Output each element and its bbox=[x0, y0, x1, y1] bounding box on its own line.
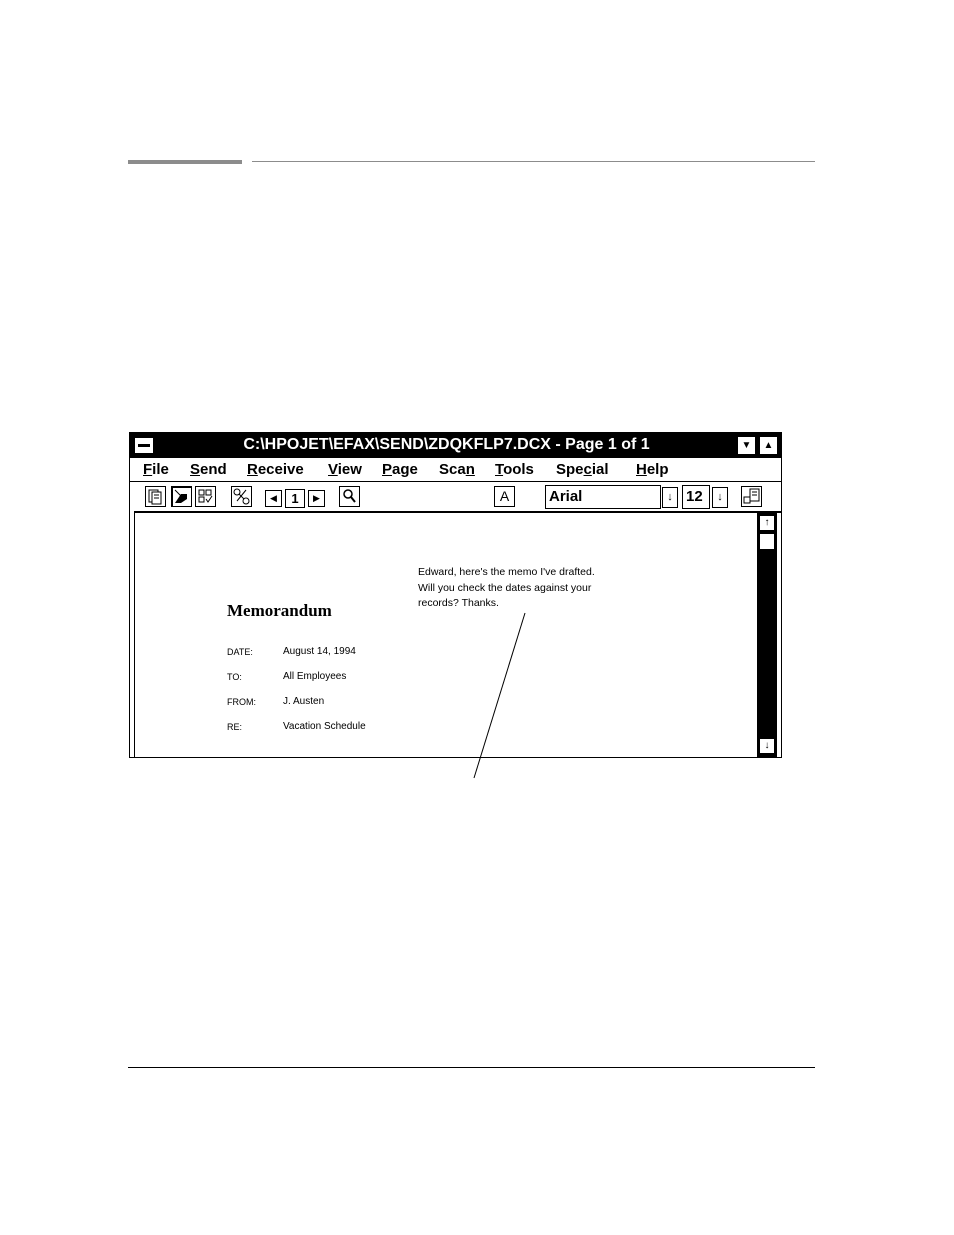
memo-re-label: RE: bbox=[227, 722, 243, 732]
memo-date-value: August 14, 1994 bbox=[283, 646, 356, 657]
thumbnails-icon[interactable] bbox=[195, 486, 216, 507]
thumbnail-grid-icon bbox=[198, 489, 213, 503]
pointer-hand-icon bbox=[174, 489, 187, 503]
prev-page-button[interactable]: ◀ bbox=[265, 490, 282, 507]
rotate-tool-icon[interactable] bbox=[231, 486, 252, 507]
scroll-down-button[interactable]: ↓ bbox=[759, 738, 775, 754]
send-fax-icon[interactable] bbox=[741, 486, 762, 507]
memo-to-value: All Employees bbox=[283, 671, 347, 682]
menu-send[interactable]: Send bbox=[190, 461, 227, 478]
font-size-select[interactable]: 12 bbox=[682, 485, 710, 509]
document-export-icon bbox=[743, 488, 760, 504]
scroll-up-button[interactable]: ↑ bbox=[759, 515, 775, 531]
pages-icon-graphic bbox=[148, 489, 162, 505]
menu-tools[interactable]: Tools bbox=[495, 461, 534, 478]
minimize-button[interactable]: ▼ bbox=[737, 436, 756, 455]
menu-scan[interactable]: Scan bbox=[439, 461, 475, 478]
footer-rule bbox=[128, 1067, 815, 1068]
note-line: Edward, here's the memo I've drafted. bbox=[418, 566, 595, 578]
next-page-button[interactable]: ▶ bbox=[308, 490, 325, 507]
header-rule-thin bbox=[252, 161, 815, 162]
memo-date-label: DATE: bbox=[227, 647, 253, 657]
memo-re-value: Vacation Schedule bbox=[283, 721, 366, 732]
text-tool-button[interactable]: A bbox=[494, 486, 515, 507]
memo-from-value: J. Austen bbox=[283, 696, 325, 707]
toolbar: ◀ 1 ▶ A Arial ↓ 12 ↓ bbox=[134, 481, 781, 513]
menu-help[interactable]: Help bbox=[636, 461, 669, 478]
scroll-thumb[interactable] bbox=[759, 533, 775, 550]
annotation-note: Edward, here's the memo I've drafted. Wi… bbox=[418, 565, 658, 612]
note-line: Will you check the dates against your bbox=[418, 581, 592, 594]
menu-special[interactable]: Special bbox=[556, 461, 609, 478]
header-rule-thick bbox=[128, 160, 242, 164]
menu-receive[interactable]: Receive bbox=[247, 461, 304, 478]
memo-to-label: TO: bbox=[227, 672, 242, 682]
pages-icon[interactable] bbox=[145, 486, 166, 507]
zoom-icon[interactable] bbox=[339, 486, 360, 507]
memo-from-label: FROM: bbox=[227, 697, 256, 707]
annotate-tool-icon[interactable] bbox=[171, 486, 192, 507]
magnifier-icon bbox=[343, 489, 356, 503]
menu-bar: File Send Receive View Page Scan Tools S… bbox=[130, 458, 781, 482]
memo-title: Memorandum bbox=[227, 601, 332, 620]
document-view[interactable]: Edward, here's the memo I've drafted. Wi… bbox=[134, 513, 757, 757]
font-select[interactable]: Arial bbox=[545, 485, 661, 509]
menu-view[interactable]: View bbox=[328, 461, 362, 478]
scissors-icon bbox=[233, 488, 250, 505]
font-size-dropdown-button[interactable]: ↓ bbox=[712, 487, 728, 508]
maximize-button[interactable]: ▲ bbox=[759, 436, 778, 455]
page-number-field[interactable]: 1 bbox=[285, 489, 305, 508]
efax-window: C:\HPOJET\EFAX\SEND\ZDQKFLP7.DCX - Page … bbox=[129, 432, 782, 758]
menu-file[interactable]: File bbox=[143, 461, 169, 478]
note-line: records? Thanks. bbox=[418, 597, 499, 609]
system-menu-icon bbox=[138, 444, 150, 447]
font-dropdown-button[interactable]: ↓ bbox=[662, 487, 678, 508]
title-bar[interactable]: C:\HPOJET\EFAX\SEND\ZDQKFLP7.DCX - Page … bbox=[130, 433, 781, 458]
menu-page[interactable]: Page bbox=[382, 461, 418, 478]
system-menu-button[interactable] bbox=[134, 437, 154, 454]
window-title: C:\HPOJET\EFAX\SEND\ZDQKFLP7.DCX - Page … bbox=[243, 436, 650, 453]
